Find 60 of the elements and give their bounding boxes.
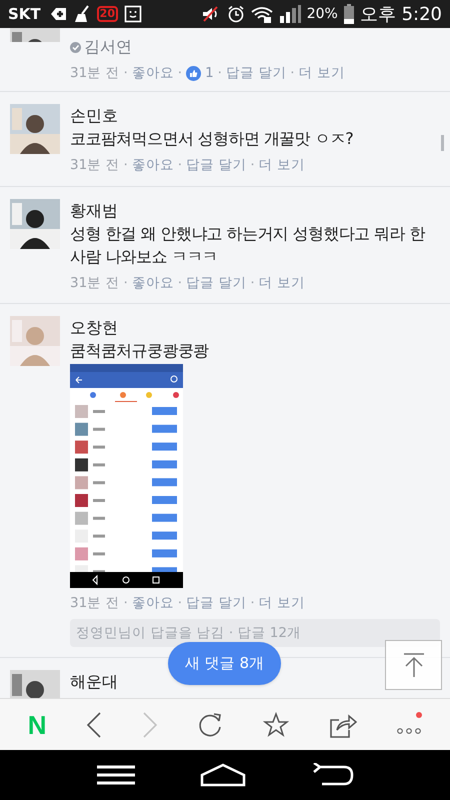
naver-logo[interactable]: N (28, 712, 47, 738)
scroll-top-button[interactable] (385, 640, 442, 690)
check-icon (70, 42, 81, 52)
comment-text: 코코팜쳐먹으면서 성형하면 개꿀맛 ㅇㅈ? (70, 128, 354, 150)
comment-text: 쿰척쿰처규쿵쾅쿵쾅 (70, 340, 210, 362)
action-link[interactable]: 더 보기 (258, 272, 305, 293)
separator-dot: · (123, 274, 128, 292)
separator-dot: · (250, 274, 255, 292)
broom-icon (72, 5, 91, 23)
home-icon[interactable] (200, 763, 246, 787)
menu-icon[interactable] (96, 764, 136, 786)
separator-dot: · (178, 594, 182, 613)
action-link[interactable]: 답글 달기 (186, 155, 246, 176)
separator-dot: · (123, 156, 128, 176)
separator-dot: · (178, 274, 182, 292)
separator-dot: · (178, 64, 182, 83)
clock-time: 오후 5:20 (360, 2, 442, 26)
action-link[interactable]: 좋아요 (132, 63, 174, 84)
arrow-up-icon (402, 653, 424, 677)
notification-badge: 20 (96, 6, 118, 22)
comment-text: 성형 한걸 왜 안했냐고 하는거지 성형했다고 뭐라 한 사람 나와보쇼 ㅋㅋㅋ (70, 222, 426, 268)
action-link[interactable]: 답글 달기 (186, 272, 246, 293)
signal-icon (278, 5, 301, 23)
separator-dot: · (123, 594, 128, 613)
carrier-name: SKT (8, 4, 41, 25)
new-comments-button[interactable]: 새 댓글 8개 (168, 642, 281, 685)
reload-icon[interactable] (197, 712, 224, 738)
action-link[interactable]: 답글 달기 (186, 592, 246, 613)
separator-dot: · (178, 156, 182, 176)
separator-dot: · (218, 64, 222, 83)
alarm-icon (226, 5, 245, 23)
action-link[interactable]: 좋아요 (132, 155, 174, 176)
like-count: 1 (205, 64, 214, 83)
separator-dot: · (123, 64, 128, 83)
wifi-icon (250, 5, 273, 23)
action-link[interactable]: 더 보기 (258, 155, 305, 176)
author-name: 오창현 (70, 316, 118, 339)
separator-dot: · (290, 64, 295, 83)
author-name: 황재범 (70, 200, 118, 222)
author-name: 손민호 (70, 105, 118, 128)
separator-dot: · (250, 594, 255, 613)
action-link[interactable]: 답글 달기 (226, 63, 286, 84)
action-link[interactable]: 더 보기 (258, 592, 305, 613)
action-link[interactable]: 더 보기 (298, 63, 345, 84)
battery-icon (344, 4, 354, 24)
separator-dot: · (250, 156, 255, 176)
back-icon[interactable] (86, 712, 102, 738)
thumbs-up-icon (186, 66, 202, 81)
action-link[interactable]: 좋아요 (132, 592, 174, 613)
face-icon (124, 5, 142, 23)
timestamp: 31분 전 (70, 594, 120, 613)
timestamp: 31분 전 (70, 274, 120, 292)
reply-summary[interactable]: 정영민님이 답글을 남김 · 답글 12개 (70, 619, 440, 647)
author-name: 해운대 (70, 671, 118, 693)
timestamp: 31분 전 (70, 64, 120, 83)
star-icon[interactable] (262, 712, 289, 738)
tagged-name: 김서연 (84, 36, 132, 58)
timestamp: 31분 전 (70, 156, 120, 176)
battery-percent: 20% (306, 4, 338, 24)
action-link[interactable]: 좋아요 (132, 272, 174, 293)
